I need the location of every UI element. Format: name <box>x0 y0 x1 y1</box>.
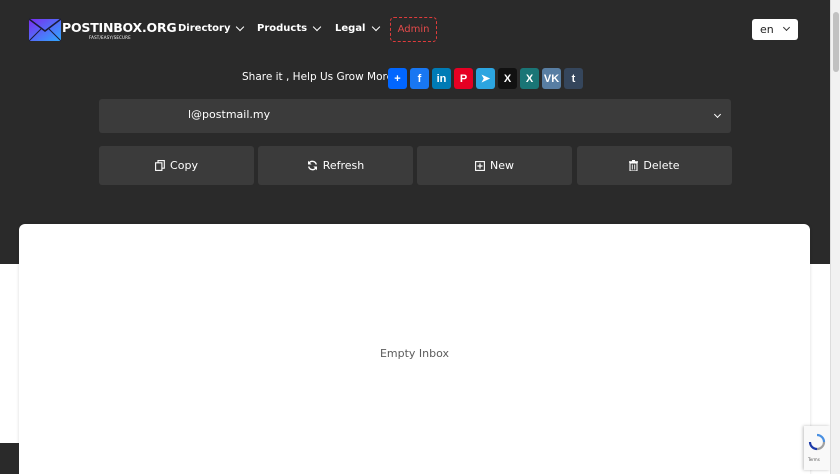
x-twitter-icon[interactable]: X <box>498 68 517 89</box>
chevron-down-icon <box>312 22 322 31</box>
site-logo[interactable]: POSTINBOX.ORG FAST/EASY/SECURE <box>29 17 177 43</box>
refresh-label: Refresh <box>322 159 365 172</box>
refresh-icon <box>307 160 317 171</box>
recaptcha-icon <box>808 433 826 451</box>
envelope-logo-icon <box>29 18 61 42</box>
xing-icon[interactable]: X <box>520 68 539 89</box>
trash-icon <box>629 160 639 171</box>
language-value: en <box>760 23 774 36</box>
delete-label: Delete <box>643 159 680 172</box>
new-label: New <box>490 159 514 172</box>
recaptcha-badge[interactable]: Terms <box>804 426 830 470</box>
chevron-down-icon <box>236 22 245 31</box>
chevron-down-icon <box>371 22 380 31</box>
delete-button[interactable]: Delete <box>577 146 732 185</box>
pinterest-icon[interactable]: P <box>454 68 473 89</box>
share-prompt: Share it , Help Us Grow More ♥ <box>242 71 406 83</box>
email-address-select[interactable]: l@postmail.my <box>99 99 731 133</box>
nav-directory-label: Directory <box>178 23 231 34</box>
empty-inbox-message: Empty Inbox <box>379 347 450 360</box>
nav-products[interactable]: Products <box>257 22 322 34</box>
new-button[interactable]: New <box>417 146 572 185</box>
chevron-down-icon <box>782 23 791 32</box>
refresh-button[interactable]: Refresh <box>258 146 413 185</box>
telegram-icon[interactable]: ➤ <box>476 68 495 89</box>
recaptcha-terms-link[interactable]: Terms <box>808 457 820 462</box>
nav-legal-label: Legal <box>335 23 366 34</box>
facebook-icon[interactable]: f <box>410 68 429 89</box>
page-scrollbar[interactable] <box>830 0 840 474</box>
nav-legal[interactable]: Legal <box>335 22 380 34</box>
tumblr-icon[interactable]: t <box>564 68 583 89</box>
chevron-down-icon <box>713 110 722 119</box>
nav-directory[interactable]: Directory <box>178 22 245 34</box>
copy-button[interactable]: Copy <box>99 146 254 185</box>
share-icons: + f in P ➤ X X VK t <box>388 68 583 89</box>
scrollbar-thumb[interactable] <box>833 12 839 72</box>
brand-name: POSTINBOX.ORG <box>62 20 177 35</box>
share-add-icon[interactable]: + <box>388 68 407 89</box>
brand-tagline: FAST/EASY/SECURE <box>89 35 131 40</box>
nav-products-label: Products <box>257 23 308 34</box>
plus-square-icon <box>475 160 485 171</box>
linkedin-icon[interactable]: in <box>432 68 451 89</box>
vk-icon[interactable]: VK <box>542 68 561 89</box>
inbox-panel: Empty Inbox <box>19 224 810 474</box>
footer-strip <box>0 443 19 474</box>
language-select[interactable]: en <box>752 19 798 40</box>
admin-button[interactable]: Admin <box>390 17 437 42</box>
email-address: l@postmail.my <box>188 108 271 121</box>
copy-label: Copy <box>170 159 198 172</box>
copy-icon <box>155 160 165 171</box>
